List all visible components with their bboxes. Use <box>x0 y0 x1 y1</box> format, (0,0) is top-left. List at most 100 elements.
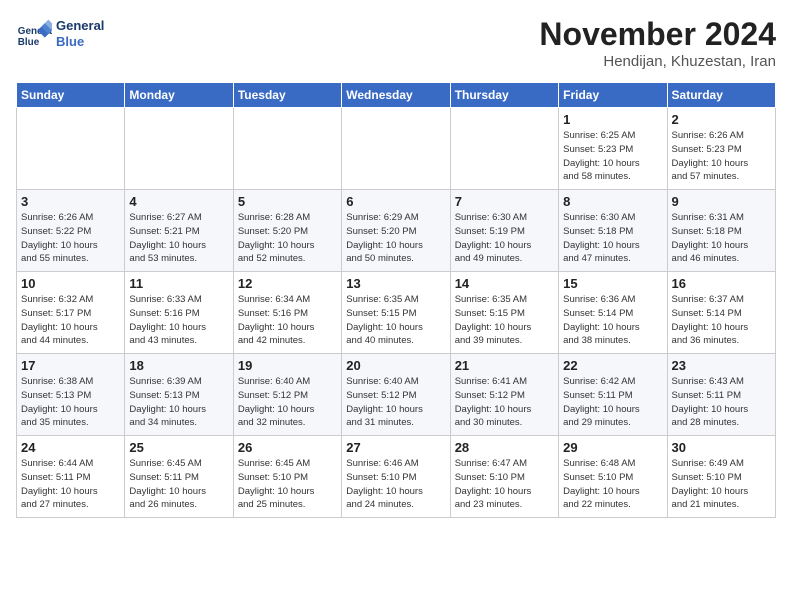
calendar-cell: 30Sunrise: 6:49 AM Sunset: 5:10 PM Dayli… <box>667 436 775 518</box>
day-number: 4 <box>129 194 228 209</box>
day-info: Sunrise: 6:26 AM Sunset: 5:23 PM Dayligh… <box>672 129 771 184</box>
calendar-cell: 29 Sunrise: 6:48 AM Sunset: 5:10 PM Dayli… <box>559 436 667 518</box>
day-info: Sunrise: 6:40 AM Sunset: 5:12 PM Dayligh… <box>346 375 445 430</box>
day-info: Sunrise: 6:36 AM Sunset: 5:14 PM Dayligh… <box>563 293 662 348</box>
day-info: Sunrise: 6:33 AM Sunset: 5:16 PM Dayligh… <box>129 293 228 348</box>
day-number: 13 <box>346 276 445 291</box>
day-number: 29 <box>563 440 662 455</box>
day-number: 23 <box>672 358 771 373</box>
day-number: 10 <box>21 276 120 291</box>
weekday-saturday: Saturday <box>667 83 775 108</box>
calendar-cell: 7 Sunrise: 6:30 AM Sunset: 5:19 PM Daylig… <box>450 190 558 272</box>
day-info: Sunrise: 6:40 AM Sunset: 5:12 PM Dayligh… <box>238 375 337 430</box>
day-number: 14 <box>455 276 554 291</box>
day-number: 16 <box>672 276 771 291</box>
day-number: 3 <box>21 194 120 209</box>
day-info: Sunrise: 6:30 AM Sunset: 5:18 PM Dayligh… <box>563 211 662 266</box>
svg-text:Blue: Blue <box>18 37 40 48</box>
calendar-week-4: 17 Sunrise: 6:38 AM Sunset: 5:13 PM Dayli… <box>17 354 776 436</box>
day-number: 2 <box>672 112 771 127</box>
day-number: 28 <box>455 440 554 455</box>
calendar-cell <box>125 108 233 190</box>
calendar-cell <box>17 108 125 190</box>
calendar-cell <box>450 108 558 190</box>
day-info: Sunrise: 6:47 AM Sunset: 5:10 PM Dayligh… <box>455 457 554 512</box>
day-info: Sunrise: 6:35 AM Sunset: 5:15 PM Dayligh… <box>346 293 445 348</box>
calendar-cell: 21 Sunrise: 6:41 AM Sunset: 5:12 PM Dayli… <box>450 354 558 436</box>
calendar-cell: 8 Sunrise: 6:30 AM Sunset: 5:18 PM Daylig… <box>559 190 667 272</box>
day-info: Sunrise: 6:42 AM Sunset: 5:11 PM Dayligh… <box>563 375 662 430</box>
logo-icon: General Blue <box>16 16 52 52</box>
location-title: Hendijan, Khuzestan, Iran <box>539 53 776 70</box>
day-info: Sunrise: 6:25 AM Sunset: 5:23 PM Dayligh… <box>563 129 662 184</box>
month-title: November 2024 <box>539 16 776 53</box>
calendar-cell: 13 Sunrise: 6:35 AM Sunset: 5:15 PM Dayli… <box>342 272 450 354</box>
day-info: Sunrise: 6:26 AM Sunset: 5:22 PM Dayligh… <box>21 211 120 266</box>
calendar-cell: 15Sunrise: 6:36 AM Sunset: 5:14 PM Dayli… <box>559 272 667 354</box>
calendar-cell: 10 Sunrise: 6:32 AM Sunset: 5:17 PM Dayli… <box>17 272 125 354</box>
calendar-cell: 4 Sunrise: 6:27 AM Sunset: 5:21 PM Daylig… <box>125 190 233 272</box>
day-number: 27 <box>346 440 445 455</box>
day-info: Sunrise: 6:28 AM Sunset: 5:20 PM Dayligh… <box>238 211 337 266</box>
day-info: Sunrise: 6:27 AM Sunset: 5:21 PM Dayligh… <box>129 211 228 266</box>
day-info: Sunrise: 6:46 AM Sunset: 5:10 PM Dayligh… <box>346 457 445 512</box>
day-number: 9 <box>672 194 771 209</box>
calendar-cell: 26 Sunrise: 6:45 AM Sunset: 5:10 PM Dayli… <box>233 436 341 518</box>
calendar-table: SundayMondayTuesdayWednesdayThursdayFrid… <box>16 82 776 518</box>
calendar-cell: 28 Sunrise: 6:47 AM Sunset: 5:10 PM Dayli… <box>450 436 558 518</box>
day-info: Sunrise: 6:34 AM Sunset: 5:16 PM Dayligh… <box>238 293 337 348</box>
calendar-cell: 3 Sunrise: 6:26 AM Sunset: 5:22 PM Daylig… <box>17 190 125 272</box>
day-number: 18 <box>129 358 228 373</box>
day-number: 30 <box>672 440 771 455</box>
calendar-cell: 16Sunrise: 6:37 AM Sunset: 5:14 PM Dayli… <box>667 272 775 354</box>
day-info: Sunrise: 6:44 AM Sunset: 5:11 PM Dayligh… <box>21 457 120 512</box>
day-info: Sunrise: 6:38 AM Sunset: 5:13 PM Dayligh… <box>21 375 120 430</box>
day-number: 21 <box>455 358 554 373</box>
day-number: 19 <box>238 358 337 373</box>
calendar-week-3: 10 Sunrise: 6:32 AM Sunset: 5:17 PM Dayli… <box>17 272 776 354</box>
day-info: Sunrise: 6:43 AM Sunset: 5:11 PM Dayligh… <box>672 375 771 430</box>
logo-text-general: General <box>56 18 104 34</box>
day-number: 8 <box>563 194 662 209</box>
weekday-sunday: Sunday <box>17 83 125 108</box>
day-info: Sunrise: 6:29 AM Sunset: 5:20 PM Dayligh… <box>346 211 445 266</box>
day-info: Sunrise: 6:39 AM Sunset: 5:13 PM Dayligh… <box>129 375 228 430</box>
day-info: Sunrise: 6:45 AM Sunset: 5:10 PM Dayligh… <box>238 457 337 512</box>
day-number: 20 <box>346 358 445 373</box>
calendar-cell: 18 Sunrise: 6:39 AM Sunset: 5:13 PM Dayli… <box>125 354 233 436</box>
calendar-cell: 27 Sunrise: 6:46 AM Sunset: 5:10 PM Dayli… <box>342 436 450 518</box>
day-number: 17 <box>21 358 120 373</box>
calendar-cell: 14 Sunrise: 6:35 AM Sunset: 5:15 PM Dayli… <box>450 272 558 354</box>
day-number: 6 <box>346 194 445 209</box>
day-info: Sunrise: 6:41 AM Sunset: 5:12 PM Dayligh… <box>455 375 554 430</box>
day-info: Sunrise: 6:31 AM Sunset: 5:18 PM Dayligh… <box>672 211 771 266</box>
logo-text-blue: Blue <box>56 34 104 50</box>
day-info: Sunrise: 6:30 AM Sunset: 5:19 PM Dayligh… <box>455 211 554 266</box>
calendar-cell: 5Sunrise: 6:28 AM Sunset: 5:20 PM Daylig… <box>233 190 341 272</box>
day-info: Sunrise: 6:32 AM Sunset: 5:17 PM Dayligh… <box>21 293 120 348</box>
weekday-wednesday: Wednesday <box>342 83 450 108</box>
day-number: 24 <box>21 440 120 455</box>
weekday-header-row: SundayMondayTuesdayWednesdayThursdayFrid… <box>17 83 776 108</box>
day-number: 25 <box>129 440 228 455</box>
calendar-cell: 20 Sunrise: 6:40 AM Sunset: 5:12 PM Dayli… <box>342 354 450 436</box>
calendar-cell: 17 Sunrise: 6:38 AM Sunset: 5:13 PM Dayli… <box>17 354 125 436</box>
day-info: Sunrise: 6:48 AM Sunset: 5:10 PM Dayligh… <box>563 457 662 512</box>
weekday-friday: Friday <box>559 83 667 108</box>
calendar-body: 1Sunrise: 6:25 AM Sunset: 5:23 PM Daylig… <box>17 108 776 518</box>
day-info: Sunrise: 6:35 AM Sunset: 5:15 PM Dayligh… <box>455 293 554 348</box>
calendar-cell: 6 Sunrise: 6:29 AM Sunset: 5:20 PM Daylig… <box>342 190 450 272</box>
day-number: 22 <box>563 358 662 373</box>
title-block: November 2024 Hendijan, Khuzestan, Iran <box>539 16 776 70</box>
day-info: Sunrise: 6:45 AM Sunset: 5:11 PM Dayligh… <box>129 457 228 512</box>
day-number: 11 <box>129 276 228 291</box>
calendar-cell: 12Sunrise: 6:34 AM Sunset: 5:16 PM Dayli… <box>233 272 341 354</box>
day-number: 7 <box>455 194 554 209</box>
weekday-thursday: Thursday <box>450 83 558 108</box>
calendar-cell: 1Sunrise: 6:25 AM Sunset: 5:23 PM Daylig… <box>559 108 667 190</box>
calendar-cell: 24 Sunrise: 6:44 AM Sunset: 5:11 PM Dayli… <box>17 436 125 518</box>
calendar-cell <box>342 108 450 190</box>
calendar-cell: 9 Sunrise: 6:31 AM Sunset: 5:18 PM Daylig… <box>667 190 775 272</box>
day-number: 26 <box>238 440 337 455</box>
calendar-week-2: 3 Sunrise: 6:26 AM Sunset: 5:22 PM Daylig… <box>17 190 776 272</box>
